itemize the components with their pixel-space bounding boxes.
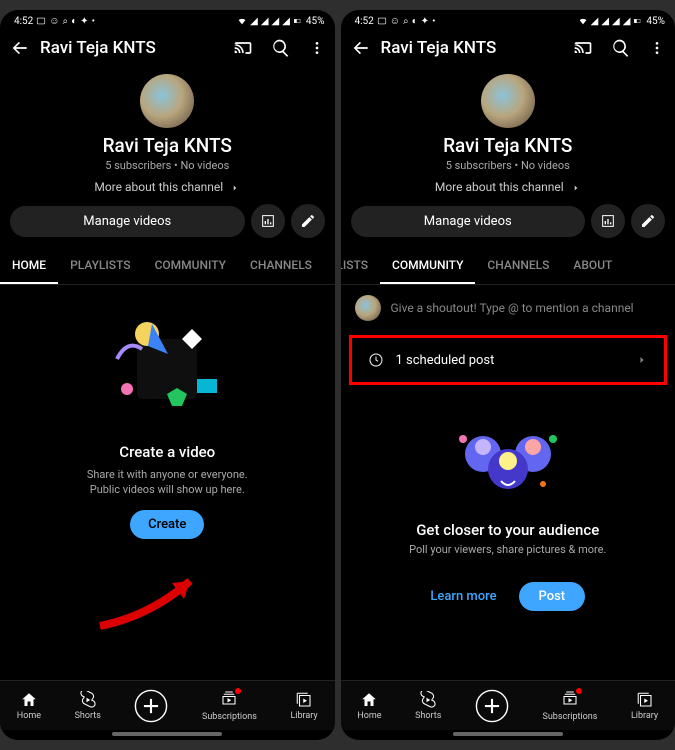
analytics-icon (600, 213, 616, 229)
tab-playlists[interactable]: PLAYLISTS (58, 248, 143, 284)
avatar[interactable] (481, 74, 535, 128)
annotation-arrow (90, 571, 210, 635)
tabs: PLAYLISTS COMMUNITY CHANNELS ABOUT (341, 248, 675, 285)
nav-subscriptions[interactable]: Subscriptions (542, 689, 597, 722)
statusbar: 4:52 ☺⌕◐✦• ◢◢◢◢ 45% (341, 10, 675, 30)
search-icon[interactable] (611, 38, 631, 58)
chevron-right-icon (571, 183, 581, 193)
create-button[interactable]: Create (130, 510, 204, 539)
nav-home[interactable]: Home (17, 691, 41, 721)
avatar[interactable] (140, 74, 194, 128)
tab-community[interactable]: COMMUNITY (143, 248, 238, 284)
clock-icon (368, 352, 384, 368)
more-icon[interactable] (649, 38, 665, 58)
tab-channels[interactable]: CHANNELS (238, 248, 324, 284)
status-time: 4:52 (14, 16, 33, 27)
notification-dot (235, 688, 241, 694)
msg-icon (36, 16, 46, 26)
post-button[interactable]: Post (519, 582, 586, 611)
home-icon (360, 691, 378, 709)
back-icon[interactable] (10, 38, 30, 58)
more-about-link[interactable]: More about this channel (0, 180, 335, 194)
page-title: Ravi Teja KNTS (381, 38, 564, 58)
channel-name: Ravi Teja KNTS (341, 134, 675, 157)
more-icon[interactable] (309, 38, 325, 58)
avatar-small (355, 295, 381, 321)
manage-videos-button[interactable]: Manage videos (351, 206, 586, 237)
plus-circle-icon (134, 689, 168, 723)
search-icon[interactable] (271, 38, 291, 58)
pencil-icon (640, 213, 656, 229)
empty-illustration (97, 309, 237, 429)
tab-community[interactable]: COMMUNITY (380, 248, 475, 284)
page-title: Ravi Teja KNTS (40, 38, 223, 58)
learn-more-link[interactable]: Learn more (430, 589, 496, 604)
nav-create[interactable] (475, 689, 509, 723)
shoutout-input[interactable]: Give a shoutout! Type @ to mention a cha… (341, 285, 675, 331)
notification-dot (576, 688, 582, 694)
channel-meta: 5 subscribers • No videos (341, 159, 675, 172)
phone-left: 4:52 ☺⌕◐✦• ◢◢◢◢ 45% Ravi Teja KNTS Ravi … (0, 10, 335, 740)
audience-illustration (443, 409, 573, 509)
audience-title: Get closer to your audience (341, 521, 675, 539)
home-icon (20, 691, 38, 709)
cast-icon[interactable] (573, 38, 593, 58)
analytics-button[interactable] (251, 204, 285, 238)
analytics-button[interactable] (591, 204, 625, 238)
edit-button[interactable] (631, 204, 665, 238)
edit-button[interactable] (291, 204, 325, 238)
library-icon (636, 691, 654, 709)
content-area: Create a video Share it with anyone or e… (0, 285, 335, 680)
header: Ravi Teja KNTS (341, 30, 675, 66)
battery-icon (293, 16, 303, 26)
nav-home[interactable]: Home (357, 691, 381, 721)
nav-library[interactable]: Library (290, 691, 317, 721)
empty-desc: Share it with anyone or everyone. Public… (30, 467, 305, 498)
tab-channels[interactable]: CHANNELS (475, 248, 561, 284)
back-icon[interactable] (351, 38, 371, 58)
shorts-icon (419, 691, 437, 709)
header: Ravi Teja KNTS (0, 30, 335, 66)
nav-library[interactable]: Library (631, 691, 658, 721)
tabs: HOME PLAYLISTS COMMUNITY CHANNELS (0, 248, 335, 285)
plus-circle-icon (475, 689, 509, 723)
channel-name: Ravi Teja KNTS (0, 134, 335, 157)
bottom-nav: Home Shorts Subscriptions Library (0, 680, 335, 730)
tab-about[interactable]: ABOUT (561, 248, 624, 284)
shorts-icon (79, 691, 97, 709)
more-about-link[interactable]: More about this channel (341, 180, 675, 194)
tab-home[interactable]: HOME (0, 248, 58, 284)
wifi-icon (237, 16, 247, 26)
channel-meta: 5 subscribers • No videos (0, 159, 335, 172)
chevron-right-icon (230, 183, 240, 193)
nav-shorts[interactable]: Shorts (415, 691, 441, 721)
empty-title: Create a video (30, 443, 305, 461)
cast-icon[interactable] (233, 38, 253, 58)
nav-shorts[interactable]: Shorts (75, 691, 101, 721)
tab-playlists[interactable]: PLAYLISTS (341, 248, 381, 284)
library-icon (295, 691, 313, 709)
statusbar: 4:52 ☺⌕◐✦• ◢◢◢◢ 45% (0, 10, 335, 30)
bottom-nav: Home Shorts Subscriptions Library (341, 680, 675, 730)
home-indicator (453, 732, 563, 736)
phone-right: 4:52 ☺⌕◐✦• ◢◢◢◢ 45% Ravi Teja KNTS Ravi … (341, 10, 675, 740)
chevron-right-icon (636, 352, 648, 368)
content-area: Give a shoutout! Type @ to mention a cha… (341, 285, 675, 680)
scheduled-label: 1 scheduled post (396, 353, 495, 368)
scheduled-post-row[interactable]: 1 scheduled post (349, 335, 668, 385)
analytics-icon (260, 213, 276, 229)
audience-desc: Poll your viewers, share pictures & more… (341, 543, 675, 556)
nav-create[interactable] (134, 689, 168, 723)
pencil-icon (300, 213, 316, 229)
shoutout-placeholder: Give a shoutout! Type @ to mention a cha… (391, 301, 634, 315)
nav-subscriptions[interactable]: Subscriptions (202, 689, 257, 722)
manage-videos-button[interactable]: Manage videos (10, 206, 245, 237)
status-battery: 45% (306, 16, 325, 27)
home-indicator (112, 732, 222, 736)
